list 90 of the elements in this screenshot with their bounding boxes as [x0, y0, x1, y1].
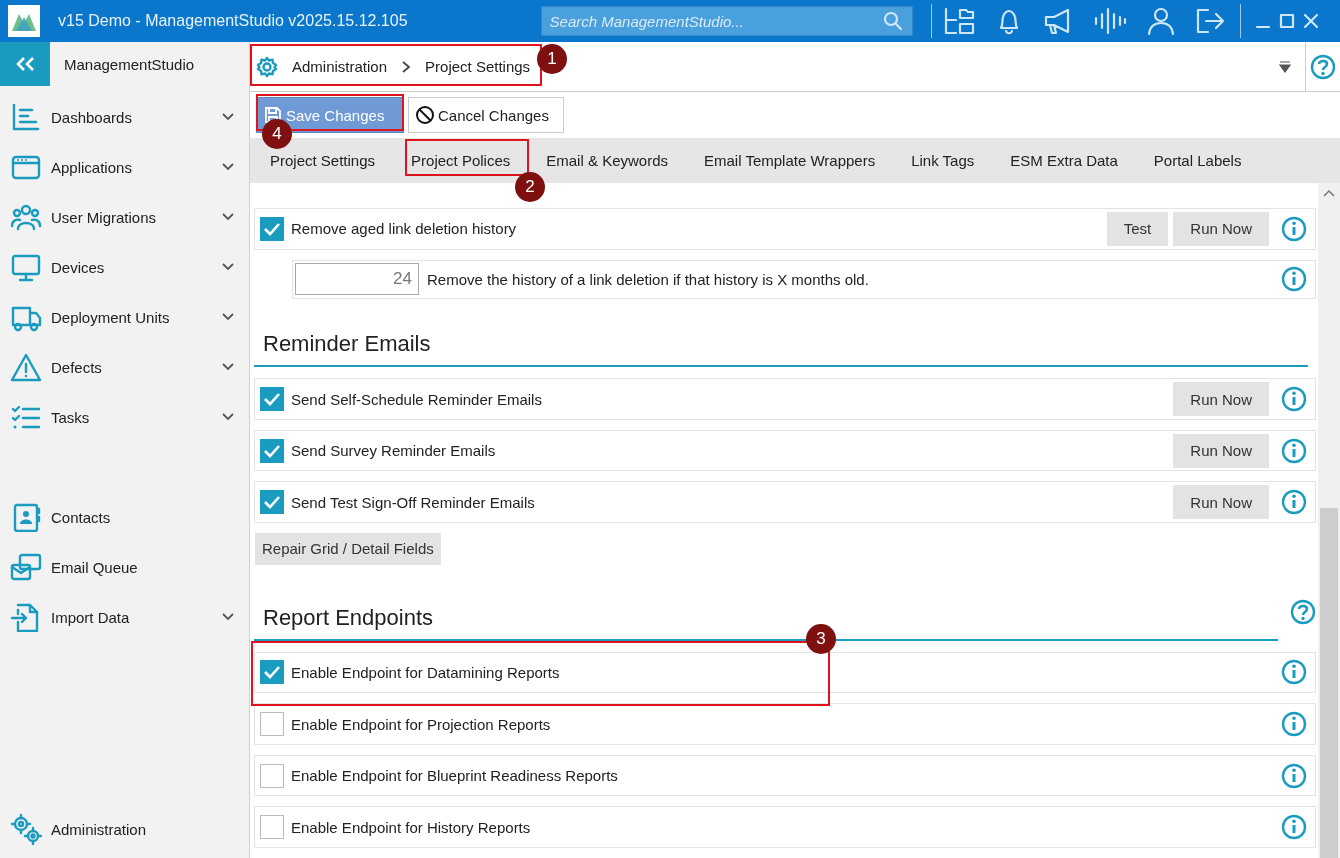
chevron-down-icon[interactable]	[221, 412, 235, 422]
option-label: Remove the history of a link deletion if that history is X months old.	[427, 270, 870, 288]
tab[interactable]: Email Template Wrappers	[704, 150, 876, 171]
tab[interactable]: Portal Labels	[1153, 150, 1242, 171]
chevron-right-icon	[401, 59, 412, 74]
option-label: Send Self-Schedule Reminder Emails	[291, 390, 543, 408]
search-field[interactable]: Search ManagementStudio...	[540, 6, 913, 36]
checkbox[interactable]	[260, 216, 284, 241]
chart-icon	[10, 102, 42, 132]
tab[interactable]: Project Polices	[411, 150, 511, 171]
prohibited-icon	[415, 105, 435, 125]
checkbox[interactable]	[260, 490, 284, 515]
action-button[interactable]: Run Now	[1173, 211, 1269, 246]
warning-icon	[10, 352, 42, 382]
chevron-down-icon[interactable]	[221, 312, 235, 322]
sidebar-item[interactable]: Tasks	[0, 392, 249, 442]
option-label: Enable Endpoint for Projection Reports	[291, 715, 552, 733]
chevron-down-icon[interactable]	[221, 212, 235, 222]
sidebar-item[interactable]: Contacts	[0, 492, 249, 542]
sidebar-item[interactable]: Defects	[0, 342, 249, 392]
checkbox[interactable]	[260, 815, 284, 840]
info-icon[interactable]	[1281, 215, 1307, 242]
chevron-down-icon[interactable]	[221, 612, 235, 622]
info-icon[interactable]	[1281, 711, 1307, 738]
option-label: Remove aged link deletion history	[291, 220, 518, 238]
scrollbar-thumb[interactable]	[1320, 508, 1338, 858]
info-icon[interactable]	[1281, 762, 1307, 789]
search-icon[interactable]	[882, 11, 903, 31]
mail-icon	[10, 552, 42, 582]
callout-number: 2	[515, 172, 545, 202]
app-name: ManagementStudio	[64, 55, 195, 73]
tab[interactable]: Email & Keywords	[546, 150, 668, 171]
callout-number: 1	[537, 44, 567, 74]
double-chevron-left-icon	[14, 56, 36, 72]
gear-icon	[256, 55, 278, 78]
chevron-down-icon[interactable]	[221, 112, 235, 122]
action-button[interactable]: Run Now	[1173, 433, 1269, 468]
tab[interactable]: Project Settings	[270, 150, 376, 171]
info-icon[interactable]	[1281, 386, 1307, 412]
sidebar-item[interactable]: Deployment Units	[0, 292, 249, 342]
sidebar-item[interactable]: User Migrations	[0, 192, 249, 242]
section-heading: Reminder Emails	[254, 331, 1308, 368]
option-label: Send Test Sign-Off Reminder Emails	[291, 493, 536, 511]
info-icon[interactable]	[1281, 659, 1307, 686]
tab[interactable]: Link Tags	[911, 150, 975, 171]
option-label: Enable Endpoint for History Reports	[291, 818, 532, 836]
close-icon[interactable]	[1302, 13, 1319, 29]
action-button[interactable]: Run Now	[1173, 382, 1269, 416]
sidebar-item[interactable]: Administration	[0, 804, 249, 854]
info-icon[interactable]	[1281, 266, 1307, 293]
chevron-down-icon[interactable]	[221, 262, 235, 272]
option-label: Enable Endpoint for Datamining Reports	[291, 663, 561, 681]
chevron-down-icon[interactable]	[221, 362, 235, 372]
maximize-icon[interactable]	[1278, 13, 1295, 29]
sidebar-item[interactable]: Email Queue	[0, 542, 249, 592]
action-button[interactable]: Test	[1106, 211, 1169, 246]
breadcrumb-item[interactable]: Administration	[292, 58, 388, 75]
checkbox[interactable]	[260, 438, 284, 463]
option-label: Send Survey Reminder Emails	[291, 442, 497, 460]
repair-button[interactable]: Repair Grid / Detail Fields	[255, 533, 441, 565]
window-title: v15 Demo - ManagementStudio v2025.15.12.105	[58, 12, 408, 30]
checkbox[interactable]	[260, 763, 284, 788]
users-icon	[10, 202, 42, 232]
app-logo	[8, 5, 40, 37]
tab[interactable]: ESM Extra Data	[1010, 150, 1118, 171]
user-icon[interactable]	[1145, 6, 1176, 36]
checkbox[interactable]	[260, 387, 284, 411]
sidebar-item[interactable]: Import Data	[0, 592, 249, 642]
gears-icon	[10, 813, 42, 845]
dropdown-arrow-icon[interactable]	[1279, 60, 1291, 73]
number-field[interactable]: 24	[295, 263, 419, 296]
cancel-button[interactable]: Cancel Changes	[408, 97, 564, 133]
action-button[interactable]: Run Now	[1173, 485, 1269, 520]
callout-number: 3	[806, 624, 836, 654]
checkbox[interactable]	[260, 712, 284, 737]
info-icon[interactable]	[1281, 489, 1307, 516]
sidebar-item[interactable]: Dashboards	[0, 92, 249, 142]
sidebar-item[interactable]: Applications	[0, 142, 249, 192]
help-icon[interactable]	[1290, 598, 1316, 625]
sidebar-item[interactable]: Devices	[0, 242, 249, 292]
collapse-button[interactable]	[0, 42, 50, 86]
chevron-down-icon[interactable]	[221, 162, 235, 172]
help-icon[interactable]	[1310, 53, 1336, 80]
breadcrumb-item[interactable]: Project Settings	[425, 58, 531, 75]
monitor-icon	[10, 252, 42, 282]
info-icon[interactable]	[1281, 437, 1307, 464]
checkbox[interactable]	[260, 660, 284, 685]
info-icon[interactable]	[1281, 814, 1307, 841]
option-label: Enable Endpoint for Blueprint Readiness Reports	[291, 767, 619, 785]
scroll-up-icon[interactable]	[1323, 189, 1335, 197]
